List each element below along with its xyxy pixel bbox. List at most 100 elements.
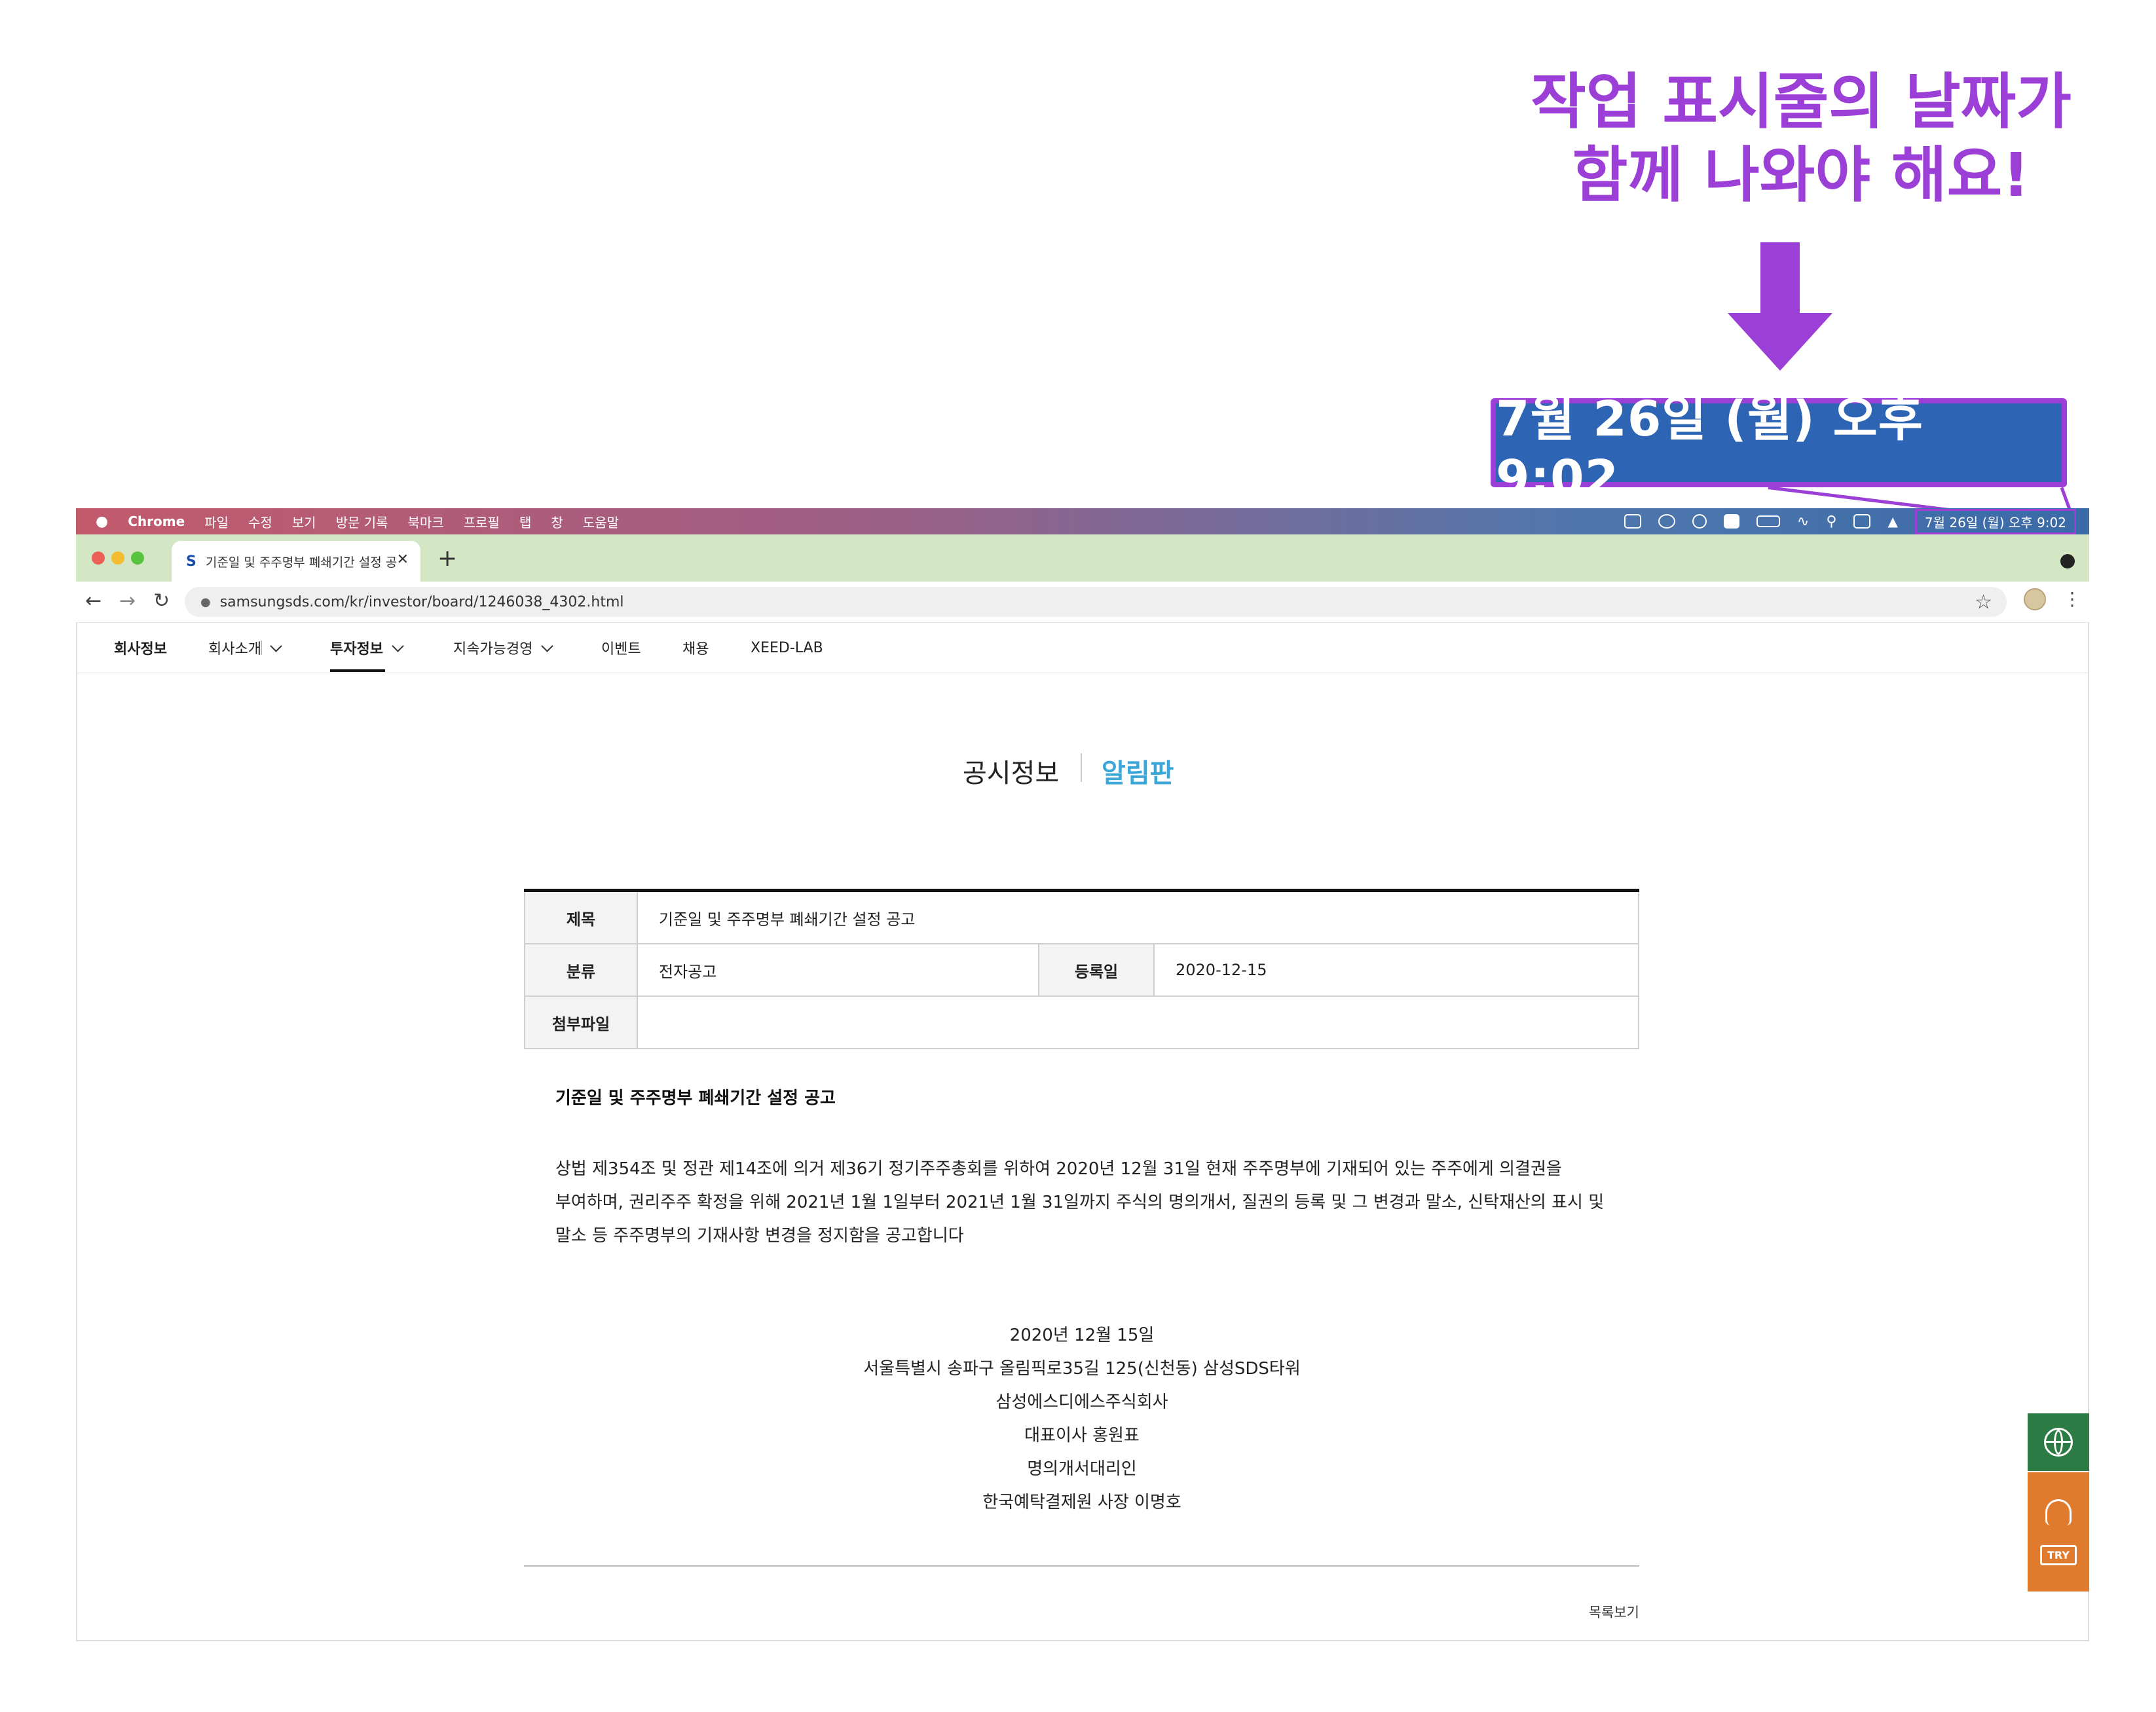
control-center-icon[interactable] — [1853, 514, 1871, 529]
attachment-value — [638, 997, 1639, 1048]
date-label: 등록일 — [1038, 944, 1155, 996]
samsung-sds-favicon: S — [186, 553, 196, 570]
menu-edit[interactable]: 수정 — [248, 512, 272, 531]
nav-investor-label: 투자정보 — [330, 641, 383, 658]
notice-paragraph: 상법 제354조 및 정관 제14조에 의거 제36기 정기주주총회를 위하여 … — [555, 1153, 1616, 1253]
cloud-icon[interactable] — [1658, 514, 1675, 529]
notice-info-table: 제목 기준일 및 주주명부 폐쇄기간 설정 공고 분류 전자공고 등록일 202… — [524, 889, 1639, 1049]
chrome-menu-icon[interactable]: ⋮ — [2063, 588, 2081, 610]
lock-icon[interactable]: ● — [200, 595, 211, 609]
page-title: 공시정보 — [963, 758, 1060, 789]
layout-icon[interactable] — [1624, 514, 1641, 529]
back-icon[interactable]: ← — [85, 589, 102, 612]
table-row-attachment: 첨부파일 — [524, 997, 1639, 1049]
signature-agent-title: 명의개서대리인 — [1027, 1459, 1137, 1479]
status-area: ∿ ⚲ ▲ 7월 26일 (월) 오후 9:02 — [1624, 508, 2076, 534]
profile-avatar[interactable] — [2024, 588, 2046, 610]
close-tab-icon[interactable]: ✕ — [397, 551, 409, 568]
nav-xeed-lab[interactable]: XEED-LAB — [751, 622, 823, 673]
nav-sustainability[interactable]: 지속가능경영 — [453, 622, 554, 673]
menu-view[interactable]: 보기 — [292, 512, 316, 531]
menu-chrome[interactable]: Chrome — [128, 513, 185, 529]
page-title-divider — [1081, 753, 1082, 782]
signature-ceo: 대표이사 홍원표 — [1024, 1426, 1140, 1445]
nav-about[interactable]: 회사소개 — [208, 622, 282, 673]
chevron-down-icon — [270, 639, 282, 652]
nav-careers[interactable]: 채용 — [682, 622, 709, 673]
signature-agent: 한국예탁결제원 사장 이명호 — [982, 1493, 1181, 1512]
nav-sustainability-label: 지속가능경영 — [453, 641, 533, 658]
paragraph-line: 부여하며, 권리주주 확정을 위해 2021년 1월 1일부터 2021년 1월… — [555, 1193, 1605, 1212]
tab-search-icon[interactable] — [2060, 554, 2075, 568]
notice-heading: 기준일 및 주주명부 폐쇄기간 설정 공고 — [555, 1089, 836, 1108]
page-subtitle: 알림판 — [1102, 758, 1174, 789]
url-text[interactable]: samsungsds.com/kr/investor/board/1246038… — [220, 594, 624, 610]
nav-about-label: 회사소개 — [208, 641, 261, 658]
menu-bookmarks[interactable]: 북마크 — [408, 512, 444, 531]
menu-tab[interactable]: 탭 — [519, 512, 531, 531]
try-button[interactable]: TRY — [2040, 1544, 2077, 1565]
notification-icon[interactable]: ▲ — [1887, 513, 1897, 529]
play-icon[interactable] — [1692, 514, 1707, 529]
paragraph-line: 말소 등 주주명부의 기재사항 변경을 정지함을 공고합니다 — [555, 1226, 964, 1246]
annotation-arrow-shaft — [1760, 242, 1800, 314]
category-label: 분류 — [524, 944, 638, 996]
mac-menubar: ● Chrome 파일 수정 보기 방문 기록 북마크 프로필 탭 창 도움말 … — [76, 508, 2089, 534]
menu-help[interactable]: 도움말 — [583, 512, 619, 531]
nav-event-label: 이벤트 — [601, 641, 641, 658]
mac-menu: ● Chrome 파일 수정 보기 방문 기록 북마크 프로필 탭 창 도움말 — [76, 512, 619, 531]
menubar-clock[interactable]: 7월 26일 (월) 오후 9:02 — [1914, 508, 2076, 534]
nav-company-info[interactable]: 회사정보 — [114, 622, 167, 673]
zoomed-clock: 7월 26일 (월) 오후 9:02 — [1491, 391, 2067, 506]
table-row-category: 분류 전자공고 등록일 2020-12-15 — [524, 944, 1639, 997]
search-icon[interactable]: ⚲ — [1826, 513, 1836, 530]
title-label: 제목 — [524, 892, 638, 943]
globe-icon — [2044, 1428, 2073, 1457]
annotation-arrow-head — [1728, 313, 1832, 371]
menu-file[interactable]: 파일 — [204, 512, 229, 531]
nav-company-info-label: 회사정보 — [114, 641, 167, 658]
forward-icon[interactable]: → — [119, 589, 136, 612]
wifi-icon[interactable]: ∿ — [1797, 513, 1809, 530]
input-source-icon[interactable] — [1723, 514, 1739, 529]
title-value: 기준일 및 주주명부 폐쇄기간 설정 공고 — [638, 892, 1639, 943]
site-nav: 회사정보 회사소개 투자정보 지속가능경영 이벤트 채용 XEED-LAB — [76, 622, 2089, 673]
annotation-text: 작업 표시줄의 날짜가 함께 나와야 해요! — [1441, 65, 2156, 212]
address-bar[interactable]: ● samsungsds.com/kr/investor/board/12460… — [185, 587, 2007, 617]
signature-date: 2020년 12월 15일 — [1009, 1326, 1155, 1345]
reload-icon[interactable]: ↻ — [153, 589, 170, 612]
browser-tab[interactable]: S 기준일 및 주주명부 폐쇄기간 설정 공 ✕ — [172, 541, 420, 582]
paragraph-line: 상법 제354조 및 정관 제14조에 의거 제36기 정기주주총회를 위하여 … — [555, 1159, 1562, 1179]
battery-icon[interactable] — [1756, 515, 1780, 527]
zoom-window-button[interactable] — [131, 551, 144, 565]
tab-title: 기준일 및 주주명부 폐쇄기간 설정 공 — [205, 555, 398, 570]
language-button[interactable] — [2028, 1413, 2089, 1471]
close-window-button[interactable] — [92, 551, 105, 565]
menu-history[interactable]: 방문 기록 — [336, 512, 388, 531]
notice-signature: 2020년 12월 15일 서울특별시 송파구 올림픽로35길 125(신천동)… — [655, 1319, 1509, 1519]
new-tab-button[interactable]: + — [437, 545, 457, 572]
attachment-label: 첨부파일 — [524, 997, 638, 1048]
bookmark-star-icon[interactable]: ☆ — [1975, 591, 1992, 614]
nav-careers-label: 채용 — [682, 641, 709, 658]
back-to-list-link[interactable]: 목록보기 — [1559, 1602, 1639, 1622]
minimize-window-button[interactable] — [111, 551, 124, 565]
signature-address: 서울특별시 송파구 올림픽로35길 125(신천동) 삼성SDS타워 — [863, 1359, 1301, 1379]
nav-event[interactable]: 이벤트 — [601, 622, 641, 673]
active-nav-underline — [330, 669, 385, 672]
table-row-title: 제목 기준일 및 주주명부 폐쇄기간 설정 공고 — [524, 892, 1639, 944]
content-divider — [524, 1565, 1639, 1567]
support-panel: TRY — [2028, 1472, 2089, 1591]
menu-profiles[interactable]: 프로필 — [464, 512, 500, 531]
annotation-line-1: 작업 표시줄의 날짜가 — [1531, 67, 2072, 137]
nav-investor[interactable]: 투자정보 — [330, 622, 404, 673]
apple-icon[interactable]: ● — [96, 513, 108, 530]
menu-window[interactable]: 창 — [551, 512, 563, 531]
annotation-line-2: 함께 나와야 해요! — [1572, 140, 2030, 210]
chevron-down-icon — [541, 639, 554, 652]
nav-xeed-lab-label: XEED-LAB — [751, 639, 823, 656]
date-value: 2020-12-15 — [1155, 944, 1639, 996]
chevron-down-icon — [392, 639, 404, 652]
signature-company: 삼성에스디에스주식회사 — [995, 1392, 1168, 1412]
headset-icon[interactable] — [2045, 1498, 2072, 1525]
